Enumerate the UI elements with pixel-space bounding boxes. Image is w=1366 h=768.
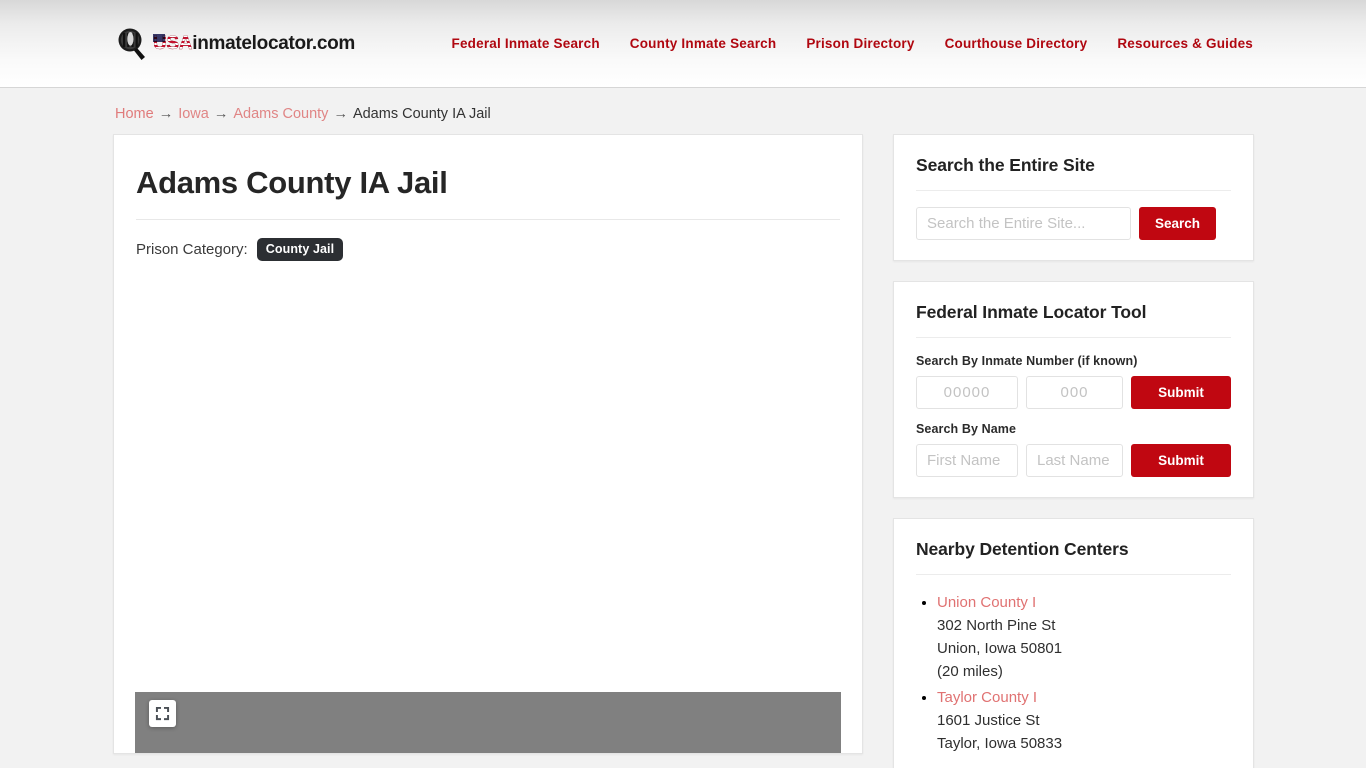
main-column: Adams County IA Jail Prison Category: Co… (113, 134, 863, 754)
federal-locator-divider (916, 337, 1231, 338)
search-by-name-label: Search By Name (916, 422, 1017, 436)
breadcrumb-separator: → (158, 106, 174, 122)
nav-prison-directory[interactable]: Prison Directory (806, 36, 914, 51)
inmate-number-row: Submit (916, 376, 1231, 409)
first-name-input[interactable] (916, 444, 1018, 477)
site-header: USA inmatelocator.com Federal Inmate Sear… (0, 0, 1366, 88)
prison-category-row: Prison Category: County Jail (136, 220, 840, 261)
inmate-number-second-input[interactable] (1026, 376, 1123, 409)
main-navigation: Federal Inmate Search County Inmate Sear… (452, 36, 1253, 51)
nav-courthouse-directory[interactable]: Courthouse Directory (945, 36, 1088, 51)
nav-federal-inmate-search[interactable]: Federal Inmate Search (452, 36, 600, 51)
nearby-facility-address: 302 North Pine St (937, 617, 1056, 634)
fullscreen-expand-icon (155, 706, 170, 721)
inmate-number-label: Search By Inmate Number (if known) (916, 354, 1138, 368)
site-logo-text: USA inmatelocator.com (153, 32, 356, 55)
site-logo[interactable]: USA inmatelocator.com (115, 27, 355, 61)
header-inner: USA inmatelocator.com Federal Inmate Sear… (113, 0, 1253, 87)
federal-inmate-locator-widget: Federal Inmate Locator Tool Search By In… (893, 281, 1254, 498)
site-search-divider (916, 190, 1231, 191)
nearby-title: Nearby Detention Centers (916, 539, 1129, 559)
breadcrumb-separator: → (213, 106, 229, 122)
breadcrumb-separator: → (333, 106, 348, 122)
nearby-facility-city: Taylor, Iowa 50833 (937, 735, 1063, 752)
list-item: Union County I 302 North Pine St Union, … (937, 591, 1231, 683)
nearby-facility-distance: (20 miles) (937, 663, 1003, 680)
page-title: Adams County IA Jail (136, 165, 448, 200)
facility-detail-card: Adams County IA Jail Prison Category: Co… (113, 134, 863, 754)
facility-header-block: Adams County IA Jail Prison Category: Co… (114, 135, 862, 261)
list-item: Taylor County I 1601 Justice St Taylor, … (937, 686, 1231, 755)
site-search-title: Search the Entire Site (916, 155, 1095, 175)
search-by-name-row: Submit (916, 444, 1231, 477)
sidebar: Search the Entire Site Search Federal In… (893, 134, 1254, 768)
nav-resources-guides[interactable]: Resources & Guides (1117, 36, 1253, 51)
nearby-facility-address: 1601 Justice St (937, 712, 1040, 729)
inmate-number-first-input[interactable] (916, 376, 1018, 409)
page-container: Home → Iowa → Adams County → Adams County IA J… (113, 88, 1254, 768)
facility-map[interactable] (135, 692, 841, 753)
logo-domain-text: inmatelocator.com (192, 32, 356, 54)
federal-locator-title: Federal Inmate Locator Tool (916, 302, 1147, 322)
breadcrumb-item-home[interactable]: Home (115, 106, 154, 122)
inmate-number-submit-button[interactable]: Submit (1131, 376, 1231, 409)
prison-category-badge: County Jail (256, 238, 344, 261)
magnifier-icon (115, 27, 151, 61)
breadcrumb-current: Adams County IA Jail (352, 106, 491, 122)
content-columns: Adams County IA Jail Prison Category: Co… (113, 134, 1254, 768)
breadcrumb-item-adams-county[interactable]: Adams County (233, 106, 328, 122)
search-input[interactable] (916, 207, 1131, 240)
breadcrumb-item-iowa[interactable]: Iowa (178, 106, 209, 122)
site-search-widget: Search the Entire Site Search (893, 134, 1254, 261)
search-button[interactable]: Search (1139, 207, 1217, 240)
nearby-facility-city: Union, Iowa 50801 (937, 640, 1063, 657)
site-search-form: Search (916, 207, 1231, 240)
nearby-facility-link[interactable]: Union County I (937, 591, 1231, 614)
nearby-detention-centers-widget: Nearby Detention Centers Union County I … (893, 518, 1254, 768)
nearby-facility-link[interactable]: Taylor County I (937, 686, 1231, 709)
breadcrumb: Home → Iowa → Adams County → Adams County IA J… (113, 106, 1253, 122)
map-fullscreen-button[interactable] (149, 700, 176, 727)
nearby-divider (916, 574, 1231, 575)
logo-usa-flag-text: USA (153, 32, 193, 54)
nearby-list: Union County I 302 North Pine St Union, … (916, 591, 1231, 755)
name-submit-button[interactable]: Submit (1131, 444, 1231, 477)
nav-county-inmate-search[interactable]: County Inmate Search (630, 36, 777, 51)
prison-category-label: Prison Category: (136, 241, 248, 258)
last-name-input[interactable] (1026, 444, 1123, 477)
